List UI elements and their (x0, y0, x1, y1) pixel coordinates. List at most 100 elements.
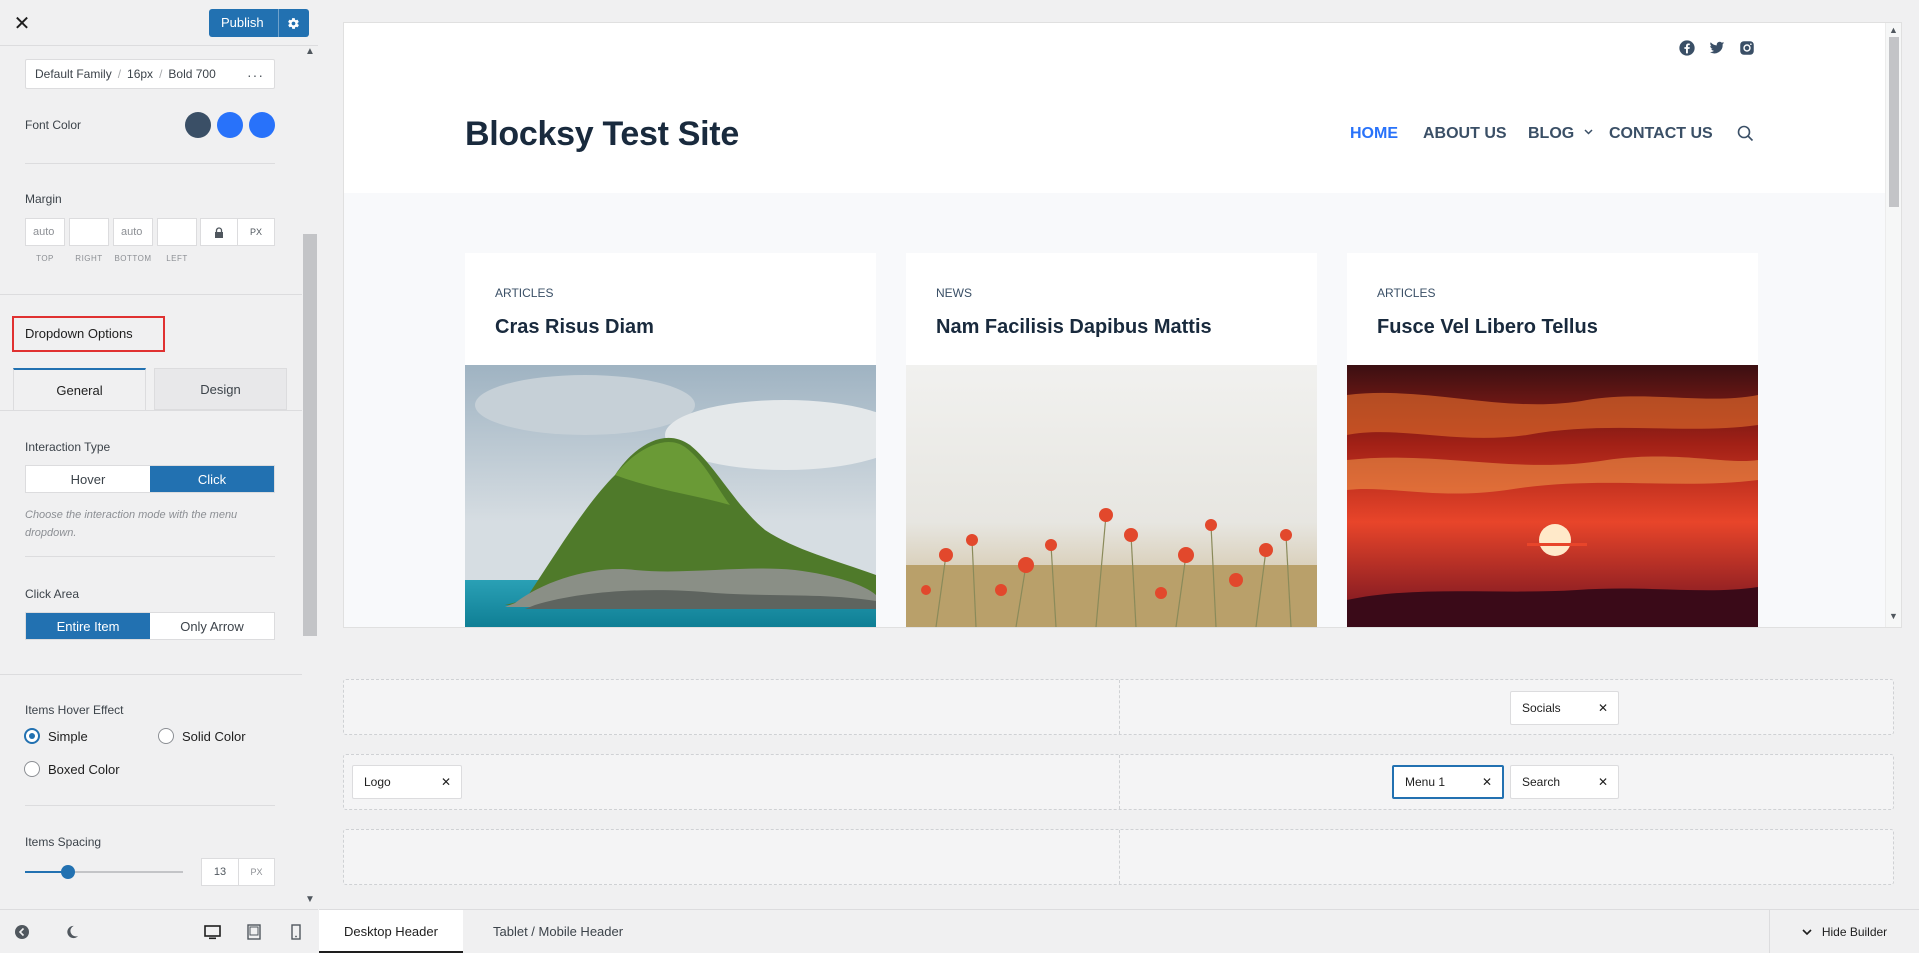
hide-builder-label: Hide Builder (1821, 925, 1888, 939)
click-area-only-arrow-option[interactable]: Only Arrow (150, 613, 274, 639)
divider (25, 805, 275, 806)
items-spacing-slider[interactable] (25, 865, 183, 879)
tablet-icon (247, 924, 261, 940)
items-spacing-value[interactable]: 13 (202, 859, 239, 885)
nav-item-contact-us[interactable]: CONTACT US (1609, 125, 1713, 143)
post-title[interactable]: Fusce Vel Libero Tellus (1377, 316, 1598, 339)
hover-effect-boxed-color-radio[interactable]: Boxed Color (24, 761, 120, 777)
divider (25, 556, 275, 557)
margin-bottom-label: BOTTOM (114, 254, 152, 263)
margin-bottom-input[interactable]: auto (113, 218, 153, 246)
publish-button[interactable]: Publish (209, 9, 279, 37)
scroll-down-icon[interactable]: ▼ (305, 894, 315, 905)
preview-desktop-button[interactable] (202, 922, 222, 942)
desktop-icon (203, 924, 221, 939)
post-card[interactable]: NEWS Nam Facilisis Dapibus Mattis (906, 253, 1317, 627)
margin-top-input[interactable]: auto (25, 218, 65, 246)
post-image-island[interactable] (465, 365, 876, 627)
font-color-initial-swatch[interactable] (185, 112, 211, 138)
click-area-entire-item-option[interactable]: Entire Item (26, 613, 150, 639)
close-customizer-button[interactable]: ✕ (8, 9, 36, 37)
post-card[interactable]: ARTICLES Cras Risus Diam (465, 253, 876, 627)
dark-mode-toggle[interactable] (62, 922, 82, 942)
tab-desktop-header[interactable]: Desktop Header (319, 910, 463, 953)
site-title[interactable]: Blocksy Test Site (465, 115, 739, 154)
preview-scrollbar[interactable]: ▲ ▼ (1885, 23, 1901, 627)
builder-row-top[interactable]: Socials ✕ (343, 679, 1894, 735)
typography-picker[interactable]: Default Family / 16px / Bold 700 ··· (25, 59, 275, 89)
remove-item-icon[interactable]: ✕ (441, 766, 451, 798)
post-category[interactable]: ARTICLES (1377, 286, 1435, 300)
chevron-down-icon (1802, 928, 1812, 935)
scroll-up-icon[interactable]: ▲ (305, 46, 315, 57)
nav-item-label: BLOG (1528, 125, 1575, 142)
builder-row-bottom[interactable] (343, 829, 1894, 885)
lock-toggle[interactable] (201, 219, 238, 245)
hover-effect-label: Items Hover Effect (25, 703, 124, 717)
margin-left-label: LEFT (166, 254, 188, 263)
publish-settings-button[interactable] (279, 9, 309, 37)
builder-item-socials[interactable]: Socials ✕ (1510, 691, 1619, 725)
click-area-label: Click Area (25, 587, 80, 601)
font-color-hover-swatch[interactable] (217, 112, 243, 138)
nav-item-blog[interactable]: BLOG (1528, 125, 1593, 143)
publish-button-group: Publish (209, 9, 309, 37)
post-image-poppies[interactable] (906, 365, 1317, 627)
site-header: Blocksy Test Site HOME ABOUT US BLOG CON… (344, 23, 1885, 193)
items-spacing-unit[interactable]: PX (239, 859, 274, 885)
hide-builder-button[interactable]: Hide Builder (1769, 910, 1919, 953)
preview-tablet-button[interactable] (244, 922, 264, 942)
dropdown-tabs: General Design (13, 368, 287, 410)
twitter-icon[interactable] (1708, 39, 1726, 57)
collapse-sidebar-button[interactable] (12, 922, 32, 942)
sidebar-scrollbar[interactable]: ▲ ▼ (302, 46, 318, 909)
interaction-hover-option[interactable]: Hover (26, 466, 150, 492)
scroll-up-icon[interactable]: ▲ (1889, 25, 1898, 35)
interaction-click-option[interactable]: Click (150, 466, 274, 492)
remove-item-icon[interactable]: ✕ (1598, 766, 1608, 798)
scroll-down-icon[interactable]: ▼ (1889, 611, 1898, 621)
search-icon[interactable] (1737, 125, 1754, 142)
hover-effect-solid-color-radio[interactable]: Solid Color (158, 728, 246, 744)
builder-row-main[interactable]: Logo ✕ Menu 1 ✕ Search ✕ (343, 754, 1894, 810)
interaction-type-description: Choose the interaction mode with the men… (25, 509, 238, 539)
remove-item-icon[interactable]: ✕ (1598, 692, 1608, 724)
radio-indicator (24, 728, 40, 744)
margin-right-input[interactable] (69, 218, 109, 246)
post-category[interactable]: ARTICLES (495, 286, 553, 300)
instagram-icon[interactable] (1738, 39, 1756, 57)
builder-footer: Desktop Header Tablet / Mobile Header Hi… (319, 909, 1919, 953)
facebook-icon[interactable] (1678, 39, 1696, 57)
margin-unit-select[interactable]: PX (238, 219, 274, 245)
more-options-icon[interactable]: ··· (247, 67, 264, 83)
customizer-sidebar: ✕ Publish Default Family / 16px / Bold 7… (0, 0, 318, 953)
font-color-active-swatch[interactable] (249, 112, 275, 138)
remove-item-icon[interactable]: ✕ (1482, 767, 1492, 797)
tab-tablet-mobile-header[interactable]: Tablet / Mobile Header (468, 910, 648, 953)
nav-item-home[interactable]: HOME (1350, 125, 1398, 143)
dropdown-options-heading: Dropdown Options (12, 316, 165, 352)
slider-handle[interactable] (60, 865, 75, 879)
radio-indicator (158, 728, 174, 744)
post-category[interactable]: NEWS (936, 286, 972, 300)
tab-general[interactable]: General (13, 368, 146, 410)
builder-item-menu[interactable]: Menu 1 ✕ (1392, 765, 1504, 799)
tab-design[interactable]: Design (154, 368, 287, 410)
margin-label: Margin (25, 192, 62, 206)
interaction-type-toggle: Hover Click (25, 465, 275, 493)
font-family-value: Default Family (35, 67, 112, 81)
post-title[interactable]: Nam Facilisis Dapibus Mattis (936, 316, 1212, 339)
post-title[interactable]: Cras Risus Diam (495, 316, 654, 339)
builder-item-search[interactable]: Search ✕ (1510, 765, 1619, 799)
scrollbar-thumb[interactable] (303, 234, 317, 636)
margin-left-input[interactable] (157, 218, 197, 246)
preview-mobile-button[interactable] (286, 922, 306, 942)
close-icon: ✕ (13, 12, 31, 35)
post-card[interactable]: ARTICLES Fusce Vel Libero Tellus (1347, 253, 1758, 627)
lock-icon (215, 226, 223, 238)
builder-item-logo[interactable]: Logo ✕ (352, 765, 462, 799)
scrollbar-thumb[interactable] (1889, 37, 1899, 207)
post-image-sunset[interactable] (1347, 365, 1758, 627)
nav-item-about-us[interactable]: ABOUT US (1423, 125, 1507, 143)
hover-effect-simple-radio[interactable]: Simple (24, 728, 88, 744)
